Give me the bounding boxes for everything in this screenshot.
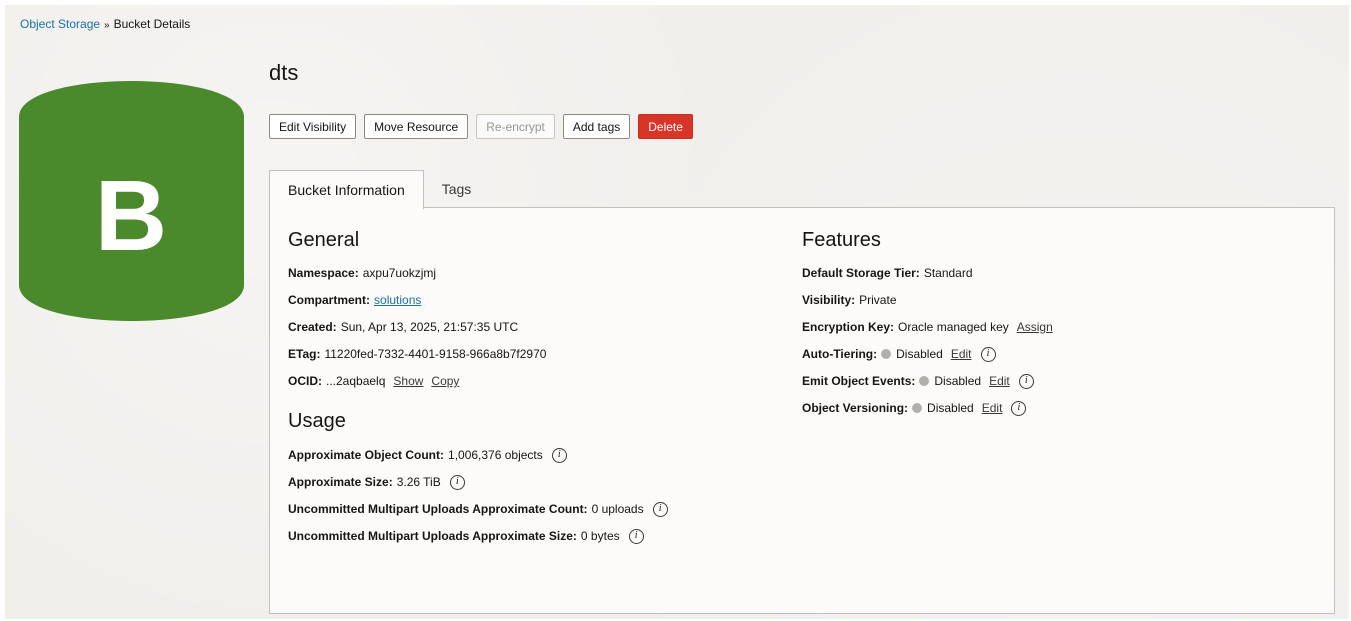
info-icon[interactable]: i: [1018, 373, 1034, 389]
page-title: dts: [269, 60, 299, 85]
features-column: Features Default Storage Tier: Standard …: [802, 228, 1053, 416]
ocid-show-link[interactable]: Show: [393, 373, 423, 389]
breadcrumb-current: Bucket Details: [113, 17, 191, 31]
ocid-row: OCID: ...2aqbaelq Show Copy: [288, 373, 668, 389]
status-dot-icon: [912, 403, 923, 413]
edit-auto-tiering-link[interactable]: Edit: [951, 346, 972, 362]
versioning-label: Object Versioning:: [802, 401, 909, 415]
created-row: Created: Sun, Apr 13, 2025, 21:57:35 UTC: [288, 319, 668, 335]
created-label: Created:: [288, 320, 337, 334]
usage-heading: Usage: [288, 410, 346, 432]
general-heading: General: [288, 229, 360, 251]
multipart-count-value: 0 uploads: [591, 502, 644, 516]
encryption-key-row: Encryption Key: Oracle managed key Assig…: [802, 319, 1053, 335]
breadcrumb-object-storage-link[interactable]: Object Storage: [20, 17, 100, 31]
encryption-key-value: Oracle managed key: [898, 320, 1009, 334]
edit-versioning-link[interactable]: Edit: [982, 400, 1003, 416]
action-bar: Edit Visibility Move Resource Re-encrypt…: [269, 114, 693, 139]
namespace-value: axpu7uokzjmj: [362, 266, 437, 280]
multipart-count-label: Uncommitted Multipart Uploads Approximat…: [288, 502, 588, 516]
created-value: Sun, Apr 13, 2025, 21:57:35 UTC: [340, 320, 519, 334]
delete-button[interactable]: Delete: [638, 114, 693, 139]
tab-bucket-information[interactable]: Bucket Information: [269, 170, 424, 209]
object-count-label: Approximate Object Count:: [288, 448, 445, 462]
bucket-information-panel: General Namespace: axpu7uokzjmj Compartm…: [269, 207, 1335, 614]
tab-bar: Bucket Information Tags: [269, 170, 490, 209]
assign-encryption-key-link[interactable]: Assign: [1017, 319, 1053, 335]
namespace-row: Namespace: axpu7uokzjmj: [288, 265, 668, 281]
emit-events-label: Emit Object Events:: [802, 374, 916, 388]
re-encrypt-button[interactable]: Re-encrypt: [476, 114, 555, 139]
move-resource-button[interactable]: Move Resource: [364, 114, 469, 139]
breadcrumb: Object Storage » Bucket Details: [20, 17, 190, 31]
info-icon[interactable]: i: [628, 528, 644, 544]
auto-tiering-label: Auto-Tiering:: [802, 347, 878, 361]
auto-tiering-value: Disabled: [896, 347, 943, 361]
encryption-key-label: Encryption Key:: [802, 320, 895, 334]
approximate-size-label: Approximate Size:: [288, 475, 393, 489]
bucket-icon-letter: B: [95, 160, 167, 272]
bucket-icon: B: [19, 81, 244, 321]
object-count-row: Approximate Object Count: 1,006,376 obje…: [288, 447, 668, 463]
approximate-size-row: Approximate Size: 3.26 TiB i: [288, 474, 668, 490]
etag-row: ETag: 11220fed-7332-4401-9158-966a8b7f29…: [288, 346, 668, 362]
visibility-label: Visibility:: [802, 293, 856, 307]
info-icon[interactable]: i: [449, 474, 465, 490]
compartment-row: Compartment: solutions: [288, 292, 668, 308]
info-icon[interactable]: i: [980, 346, 996, 362]
visibility-value: Private: [859, 293, 897, 307]
status-dot-icon: [881, 349, 892, 359]
etag-label: ETag:: [288, 347, 321, 361]
multipart-size-row: Uncommitted Multipart Uploads Approximat…: [288, 528, 668, 544]
multipart-count-row: Uncommitted Multipart Uploads Approximat…: [288, 501, 668, 517]
ocid-value: ...2aqbaelq: [326, 374, 386, 388]
object-count-value: 1,006,376 objects: [448, 448, 543, 462]
page: Object Storage » Bucket Details B dts Edit…: [5, 5, 1349, 619]
compartment-label: Compartment:: [288, 293, 371, 307]
add-tags-button[interactable]: Add tags: [562, 114, 631, 139]
auto-tiering-row: Auto-Tiering: Disabled Edit i: [802, 346, 1053, 362]
approximate-size-value: 3.26 TiB: [396, 475, 441, 489]
emit-events-value: Disabled: [934, 374, 982, 388]
status-dot-icon: [919, 376, 930, 386]
versioning-value: Disabled: [927, 401, 974, 415]
etag-value: 11220fed-7332-4401-9158-966a8b7f2970: [324, 347, 547, 361]
info-icon[interactable]: i: [1011, 400, 1027, 416]
storage-tier-row: Default Storage Tier: Standard: [802, 265, 1053, 281]
features-heading: Features: [802, 229, 881, 251]
emit-events-row: Emit Object Events: Disabled Edit i: [802, 373, 1053, 389]
general-usage-column: General Namespace: axpu7uokzjmj Compartm…: [288, 228, 668, 544]
breadcrumb-separator: »: [104, 20, 110, 31]
info-icon[interactable]: i: [551, 447, 567, 463]
edit-emit-events-link[interactable]: Edit: [989, 373, 1010, 389]
compartment-link[interactable]: solutions: [374, 292, 421, 308]
namespace-label: Namespace:: [288, 266, 359, 280]
visibility-row: Visibility: Private: [802, 292, 1053, 308]
storage-tier-value: Standard: [923, 266, 973, 280]
edit-visibility-button[interactable]: Edit Visibility: [269, 114, 357, 139]
multipart-size-label: Uncommitted Multipart Uploads Approximat…: [288, 529, 577, 543]
ocid-copy-link[interactable]: Copy: [431, 373, 459, 389]
versioning-row: Object Versioning: Disabled Edit i: [802, 400, 1053, 416]
storage-tier-label: Default Storage Tier:: [802, 266, 920, 280]
multipart-size-value: 0 bytes: [580, 529, 620, 543]
info-icon[interactable]: i: [652, 501, 668, 517]
tab-tags[interactable]: Tags: [424, 170, 490, 208]
ocid-label: OCID:: [288, 374, 322, 388]
